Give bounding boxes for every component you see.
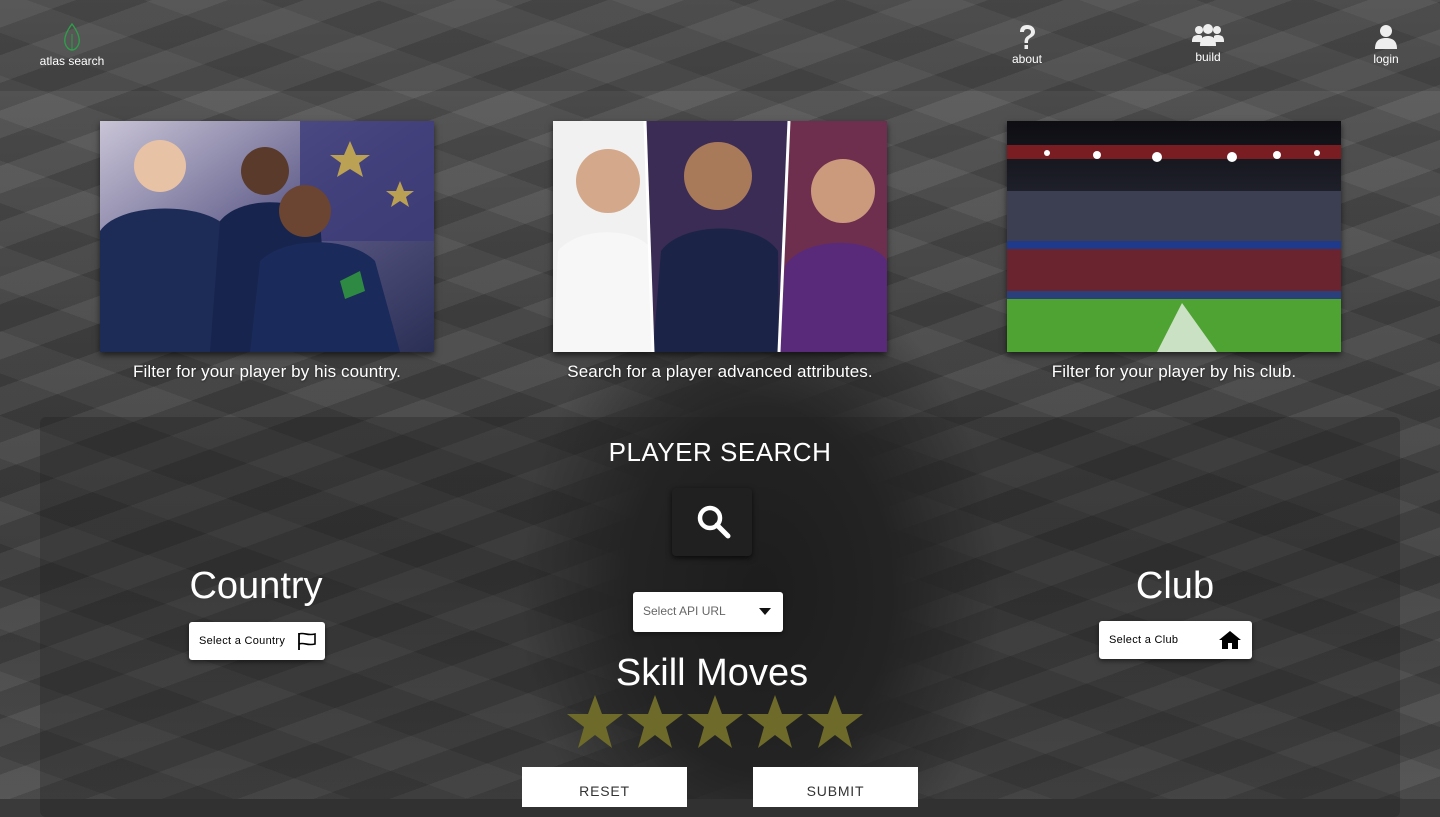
search-icon <box>697 505 731 539</box>
users-icon <box>1192 24 1224 46</box>
star-icon[interactable] <box>746 694 804 750</box>
search-button[interactable] <box>672 488 752 556</box>
caret-down-icon <box>759 608 771 615</box>
star-icon[interactable] <box>686 694 744 750</box>
nav-about[interactable]: about <box>992 24 1062 66</box>
reset-button-label: RESET <box>579 783 630 799</box>
feature-card-attributes[interactable]: Search for a player advanced attributes. <box>553 121 887 382</box>
home-icon <box>1219 631 1241 649</box>
star-icon[interactable] <box>626 694 684 750</box>
star-icon[interactable] <box>566 694 624 750</box>
attributes-feature-caption: Search for a player advanced attributes. <box>567 362 873 381</box>
club-select[interactable]: Select a Club <box>1099 621 1252 659</box>
club-feature-image <box>1007 121 1341 352</box>
submit-button[interactable]: SUBMIT <box>753 767 918 807</box>
nav-login[interactable]: login <box>1351 24 1421 66</box>
user-icon <box>1375 25 1397 49</box>
api-url-select[interactable]: Select API URL <box>633 592 783 632</box>
submit-button-label: SUBMIT <box>806 783 865 799</box>
star-icon[interactable] <box>806 694 864 750</box>
flag-icon <box>298 632 316 650</box>
brand-logo-link[interactable]: atlas search <box>38 22 106 68</box>
club-feature-caption: Filter for your player by his club. <box>1051 362 1297 381</box>
attributes-feature-image <box>553 121 887 352</box>
country-feature-image <box>100 121 434 352</box>
country-select[interactable]: Select a Country <box>189 622 325 660</box>
feature-card-club[interactable]: Filter for your player by his club. <box>1007 121 1341 382</box>
reset-button[interactable]: RESET <box>522 767 687 807</box>
question-icon <box>1020 25 1035 49</box>
country-select-label: Select a Country <box>199 635 286 647</box>
api-url-placeholder: Select API URL <box>643 604 726 618</box>
country-feature-caption: Filter for your player by his country. <box>132 362 402 381</box>
brand-name: atlas search <box>39 54 105 68</box>
nav-login-label: login <box>1373 52 1399 66</box>
feature-card-country[interactable]: Filter for your player by his country. <box>100 121 434 382</box>
nav-build[interactable]: build <box>1173 24 1243 64</box>
nav-about-label: about <box>1011 52 1043 66</box>
club-select-label: Select a Club <box>1109 634 1179 646</box>
top-nav: atlas search about build login <box>0 0 1440 91</box>
player-search-title: PLAYER SEARCH <box>608 437 832 467</box>
leaf-icon <box>64 22 80 51</box>
skill-moves-title: Skill Moves <box>615 652 809 694</box>
club-title: Club <box>1135 565 1215 607</box>
nav-build-label: build <box>1195 50 1221 64</box>
country-title: Country <box>189 565 323 607</box>
